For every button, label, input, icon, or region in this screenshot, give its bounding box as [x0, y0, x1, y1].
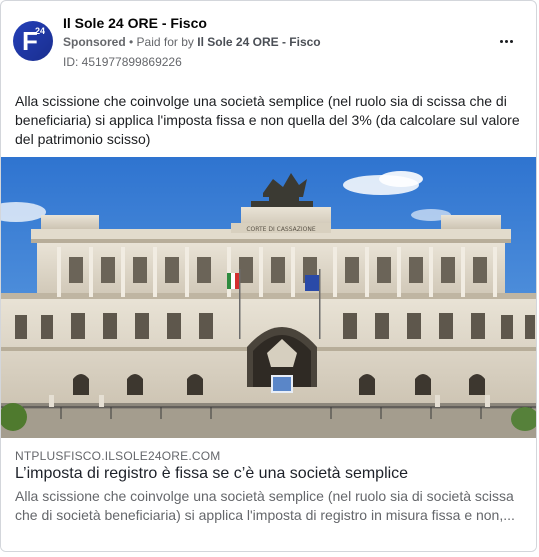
page-name-link[interactable]: Il Sole 24 ORE - Fisco [63, 15, 207, 31]
sponsored-line: Sponsored • Paid for by Il Sole 24 ORE -… [63, 35, 321, 49]
post-header: F 24 Il Sole 24 ORE - Fisco Sponsored • … [1, 1, 536, 75]
paid-for-by-name[interactable]: Il Sole 24 ORE - Fisco [197, 35, 320, 49]
building-inscription: CORTE DI CASSAZIONE [246, 226, 316, 233]
link-description: Alla scissione che coinvolge una società… [15, 488, 515, 523]
separator-dot: • [125, 35, 137, 49]
avatar-superscript: 24 [35, 26, 46, 36]
more-horizontal-icon [504, 39, 508, 43]
ad-id: ID: 451977899869226 [63, 55, 182, 69]
paid-for-by-prefix: Paid for by [136, 35, 198, 49]
sponsored-label: Sponsored [63, 35, 126, 49]
palazzo-di-giustizia-photo: CORTE DI CASSAZIONE [1, 157, 536, 438]
page-avatar[interactable]: F 24 [13, 21, 53, 61]
post-body-text: Alla scissione che coinvolge una società… [15, 93, 520, 147]
link-preview-footer[interactable]: NTPLUSFISCO.ILSOLE24ORE.COM L’imposta di… [1, 438, 536, 551]
more-horizontal-icon [499, 39, 503, 43]
ad-post-card: F 24 Il Sole 24 ORE - Fisco Sponsored • … [0, 0, 537, 552]
more-options-button[interactable] [498, 33, 514, 49]
link-domain: NTPLUSFISCO.ILSOLE24ORE.COM [15, 449, 221, 463]
link-title[interactable]: L’imposta di registro è fissa se c’è una… [15, 465, 408, 483]
link-preview-image[interactable]: CORTE DI CASSAZIONE [1, 157, 536, 438]
more-horizontal-icon [509, 39, 513, 43]
